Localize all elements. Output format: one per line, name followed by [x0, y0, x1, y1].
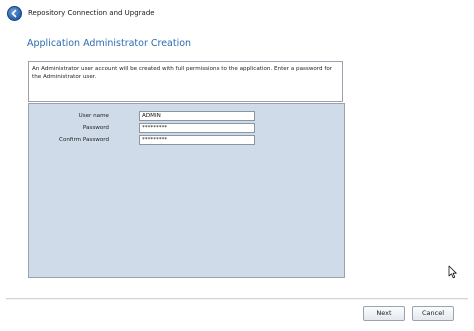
password-label: Password [82, 125, 109, 131]
username-label: User name [78, 113, 109, 119]
back-arrow-icon[interactable] [7, 6, 22, 21]
password-field[interactable] [139, 123, 255, 133]
username-field[interactable] [139, 111, 255, 121]
next-button[interactable]: Next [363, 306, 405, 321]
wizard-window: Repository Connection and Upgrade Applic… [0, 0, 474, 331]
cancel-button[interactable]: Cancel [412, 306, 454, 321]
page-title: Application Administrator Creation [27, 38, 192, 49]
confirm-password-label: Confirm Password [59, 137, 109, 143]
footer-divider [6, 298, 468, 300]
info-box: An Administrator user account will be cr… [28, 61, 343, 102]
title-bar: Repository Connection and Upgrade [0, 0, 474, 28]
form-panel: User name Password Confirm Password [28, 103, 345, 278]
info-text: An Administrator user account will be cr… [32, 66, 333, 80]
window-title: Repository Connection and Upgrade [28, 9, 155, 17]
confirm-password-field[interactable] [139, 135, 255, 145]
mouse-cursor-icon [448, 264, 458, 283]
